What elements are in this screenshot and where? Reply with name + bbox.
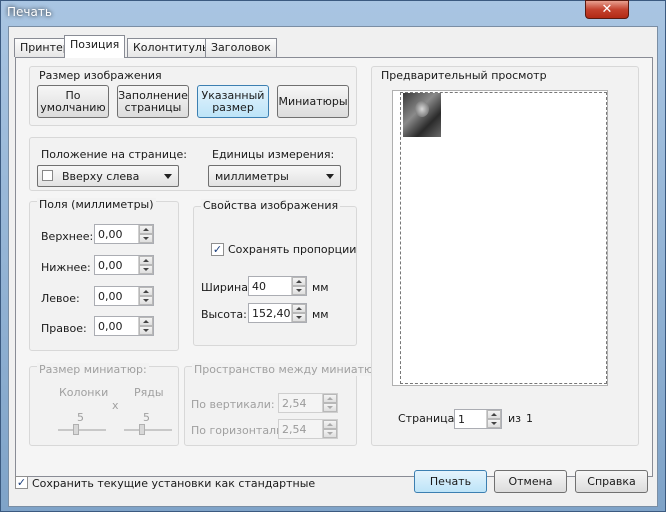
vertical-spacing-value: 2,54: [282, 397, 307, 410]
position-label: Положение на странице:: [41, 148, 187, 161]
height-label: Высота:: [201, 308, 247, 321]
spin-up-icon[interactable]: [323, 420, 337, 429]
position-value: Вверху слева: [62, 170, 140, 183]
title-bar: Печать ✕: [1, 0, 665, 25]
keep-ratio-checkbox[interactable]: ✓: [211, 243, 224, 256]
cancel-button[interactable]: Отмена: [494, 470, 567, 493]
margin-bottom-label: Нижнее:: [41, 261, 91, 274]
width-value: 40: [252, 280, 266, 293]
vertical-spacing-label: По вертикали:: [191, 398, 275, 411]
horizontal-spacing-spinner[interactable]: 2,54: [278, 419, 338, 439]
margin-right-value: 0,00: [98, 320, 123, 333]
default-size-button[interactable]: По умолчанию: [37, 85, 109, 118]
save-default-checkbox[interactable]: ✓: [15, 476, 28, 489]
page-value: 1: [458, 413, 465, 426]
margin-left-label: Левое:: [41, 292, 80, 305]
horizontal-spacing-value: 2,54: [282, 423, 307, 436]
fill-page-button[interactable]: Заполнение страницы: [117, 85, 189, 118]
margin-left-value: 0,00: [98, 290, 123, 303]
horizontal-spacing-label: По горизонтали:: [191, 424, 287, 437]
thumbnail-size-label: Размер миниатюр:: [37, 363, 149, 376]
image-size-label: Размер изображения: [37, 69, 164, 82]
spin-up-icon[interactable]: [139, 317, 153, 326]
rows-label: Ряды: [134, 386, 164, 399]
units-value: миллиметры: [215, 170, 289, 183]
spin-down-icon[interactable]: [487, 419, 501, 428]
vertical-spacing-spinner[interactable]: 2,54: [278, 393, 338, 413]
columns-label: Колонки: [59, 386, 109, 399]
spin-up-icon[interactable]: [292, 304, 306, 313]
spin-down-icon[interactable]: [139, 234, 153, 243]
spin-up-icon[interactable]: [139, 287, 153, 296]
window-title: Печать: [7, 5, 52, 19]
height-spinner[interactable]: 152,40: [248, 303, 307, 323]
preview-photo-thumbnail: [403, 93, 441, 137]
page-total: 1: [526, 412, 533, 425]
preview-label: Предварительный просмотр: [379, 69, 549, 82]
position-swatch-icon: [42, 170, 53, 181]
spin-down-icon[interactable]: [139, 326, 153, 335]
width-unit: мм: [312, 281, 329, 294]
portrait-image: [415, 101, 429, 117]
image-properties-label: Свойства изображения: [201, 199, 341, 212]
position-dropdown[interactable]: Вверху слева: [37, 165, 179, 187]
thumbnails-button[interactable]: Миниатюры: [277, 85, 349, 118]
spin-down-icon[interactable]: [323, 429, 337, 438]
print-button[interactable]: Печать: [414, 470, 487, 493]
spin-up-icon[interactable]: [487, 410, 501, 419]
margin-left-spinner[interactable]: 0,00: [94, 286, 154, 306]
columns-value: 5: [77, 411, 84, 424]
units-dropdown[interactable]: миллиметры: [208, 165, 341, 187]
spin-down-icon[interactable]: [139, 265, 153, 274]
keep-ratio-label: Сохранять пропорции: [228, 243, 357, 256]
tab-headers-footers[interactable]: Колонтитулы: [127, 38, 217, 57]
rows-slider[interactable]: [124, 424, 172, 436]
width-label: Ширина:: [201, 281, 252, 294]
spin-down-icon[interactable]: [292, 313, 306, 322]
columns-slider[interactable]: [58, 424, 106, 436]
chevron-down-icon: [326, 174, 334, 179]
spin-up-icon[interactable]: [139, 256, 153, 265]
page-label: Страница: [398, 412, 455, 425]
margin-right-spinner[interactable]: 0,00: [94, 316, 154, 336]
margin-top-label: Верхнее:: [41, 230, 94, 243]
page-of-label: из: [508, 412, 521, 425]
spin-down-icon[interactable]: [323, 403, 337, 412]
width-spinner[interactable]: 40: [248, 276, 307, 296]
specified-size-button[interactable]: Указанный размер: [197, 85, 269, 118]
margin-bottom-spinner[interactable]: 0,00: [94, 255, 154, 275]
spin-up-icon[interactable]: [323, 394, 337, 403]
help-button[interactable]: Справка: [575, 470, 648, 493]
margin-bottom-value: 0,00: [98, 259, 123, 272]
page-spinner[interactable]: 1: [454, 409, 502, 429]
print-dialog-window: Печать ✕ Принтер Позиция Колонтитулы Заг…: [0, 0, 666, 512]
margin-top-value: 0,00: [98, 228, 123, 241]
spin-down-icon[interactable]: [292, 286, 306, 295]
rows-value: 5: [143, 411, 150, 424]
chevron-down-icon: [164, 174, 172, 179]
close-button[interactable]: ✕: [585, 0, 629, 19]
units-label: Единицы измерения:: [212, 148, 335, 161]
margins-label: Поля (миллиметры): [37, 198, 156, 211]
spin-down-icon[interactable]: [139, 296, 153, 305]
height-value: 152,40: [252, 307, 291, 320]
margin-top-spinner[interactable]: 0,00: [94, 224, 154, 244]
height-unit: мм: [312, 308, 329, 321]
save-default-label: Сохранить текущие установки как стандарт…: [32, 477, 316, 490]
tab-position[interactable]: Позиция: [64, 35, 126, 58]
spin-up-icon[interactable]: [139, 225, 153, 234]
tab-title[interactable]: Заголовок: [205, 38, 277, 57]
margin-right-label: Правое:: [41, 322, 87, 335]
spin-up-icon[interactable]: [292, 277, 306, 286]
times-sign: x: [112, 399, 119, 412]
